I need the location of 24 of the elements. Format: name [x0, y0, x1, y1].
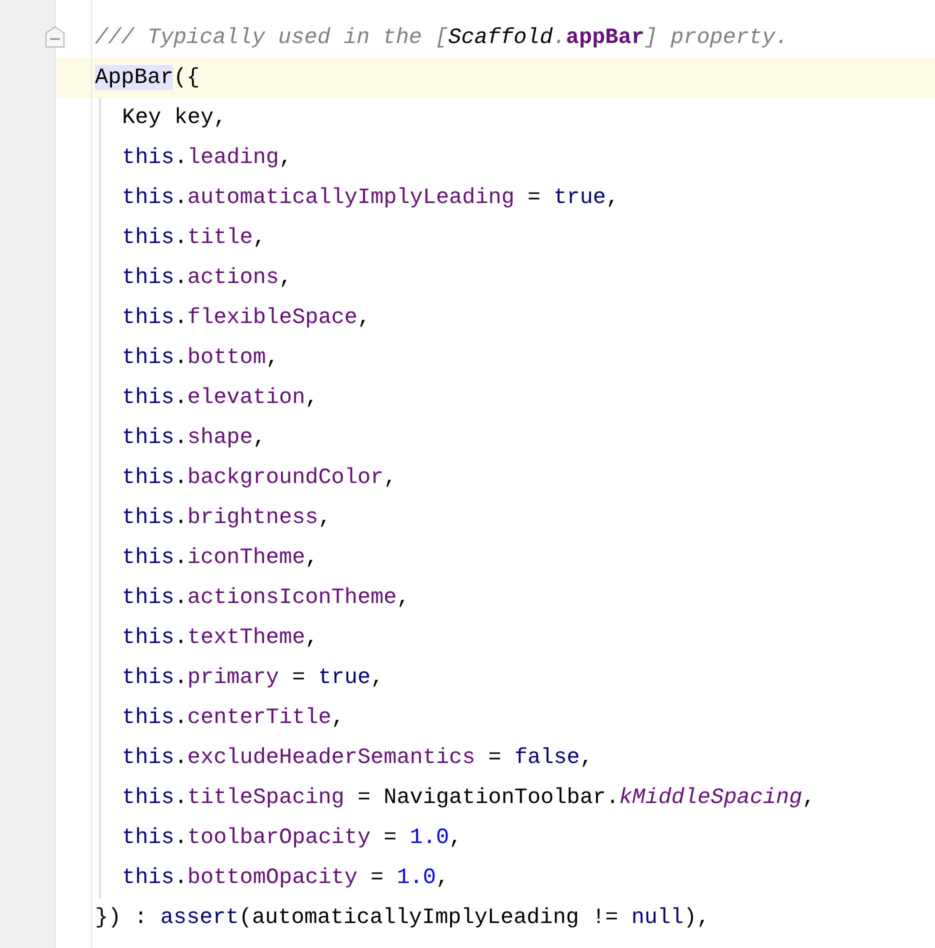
code-line: this.automaticallyImplyLeading = true,	[121, 184, 620, 212]
code-line: this.backgroundColor,	[121, 464, 397, 492]
code-line: this.bottomOpacity = 1.0,	[121, 864, 450, 892]
code-line: this.iconTheme,	[121, 544, 318, 572]
code-line: this.bottom,	[121, 344, 279, 372]
fold-icon[interactable]	[45, 26, 65, 48]
code-line: this.textTheme,	[121, 624, 318, 652]
code-line: this.primary = true,	[121, 664, 384, 692]
code-line: Key key,	[121, 104, 227, 132]
code-line: this.excludeHeaderSemantics = false,	[121, 744, 593, 772]
code-line: /// Typically used in the [Scaffold.appBar] property.	[94, 24, 788, 52]
code-line: this.leading,	[121, 144, 292, 172]
code-line: this.actionsIconTheme,	[121, 584, 410, 612]
code-line: this.brightness,	[121, 504, 332, 532]
code-line: this.elevation,	[121, 384, 318, 412]
code-line: this.actions,	[121, 264, 292, 292]
code-line: this.title,	[121, 224, 266, 252]
code-line: this.toolbarOpacity = 1.0,	[121, 824, 462, 852]
code-line: }) : assert(automaticallyImplyLeading != null),	[94, 904, 710, 932]
code-line: this.centerTitle,	[121, 704, 344, 732]
code-line: this.flexibleSpace,	[121, 304, 371, 332]
code-line: AppBar({	[94, 64, 200, 92]
code-line: this.titleSpacing = NavigationToolbar.kMiddleSpacing,	[121, 784, 816, 812]
code-line: this.shape,	[121, 424, 266, 452]
